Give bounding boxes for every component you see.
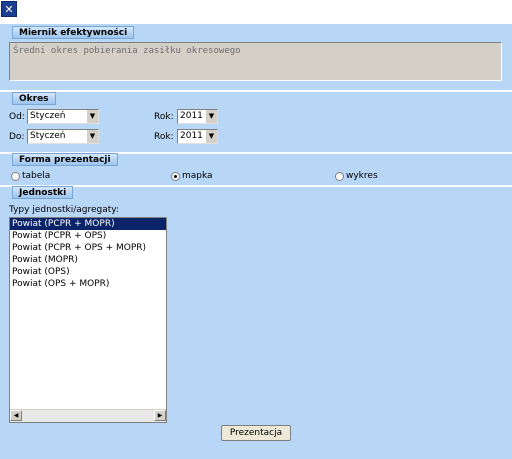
window-header: ✕ (0, 0, 512, 22)
rok-label-1: Rok: (154, 112, 174, 122)
rok-label-2: Rok: (154, 132, 174, 142)
okres-section: Okres (0, 92, 512, 152)
dropdown-arrow-icon[interactable]: ▼ (86, 130, 98, 143)
radio-wykres[interactable] (335, 172, 344, 181)
od-month-value: Styczeń (30, 111, 66, 121)
forma-section: Forma prezentacji (0, 153, 512, 185)
radio-mapka-label: mapka (182, 171, 213, 181)
list-item[interactable]: Powiat (MOPR) (10, 254, 166, 266)
list-item[interactable]: Powiat (PCPR + OPS) (10, 230, 166, 242)
miernik-textarea[interactable]: Średni okres pobierania zasiłku okresowe… (9, 42, 502, 81)
dropdown-arrow-icon[interactable]: ▼ (205, 130, 217, 143)
do-month-select[interactable]: Styczeń ▼ (27, 129, 99, 144)
radio-mapka[interactable] (171, 172, 180, 181)
list-item[interactable]: Powiat (PCPR + OPS + MOPR) (10, 242, 166, 254)
do-month-value: Styczeń (30, 131, 66, 141)
separator (0, 185, 512, 187)
radio-tabela-label: tabela (22, 171, 51, 181)
miernik-legend: Miernik efektywności (12, 26, 135, 39)
okres-legend: Okres (12, 92, 56, 105)
do-year-value: 2011 (180, 131, 203, 141)
dropdown-arrow-icon[interactable]: ▼ (205, 110, 217, 123)
dropdown-arrow-icon[interactable]: ▼ (86, 110, 98, 123)
horizontal-scrollbar[interactable]: ◀ ▶ (10, 409, 166, 422)
scroll-right-icon[interactable]: ▶ (154, 410, 166, 421)
separator (0, 22, 512, 24)
close-icon[interactable]: ✕ (1, 1, 17, 17)
forma-legend: Forma prezentacji (12, 153, 118, 166)
scroll-left-icon[interactable]: ◀ (10, 410, 22, 421)
separator (0, 90, 512, 92)
types-label: Typy jednostki/agregaty: (9, 205, 119, 215)
prezentacja-button[interactable]: Prezentacja (221, 425, 291, 441)
od-year-select[interactable]: 2011 ▼ (177, 109, 218, 124)
list-item[interactable]: Powiat (PCPR + MOPR) (10, 218, 166, 230)
radio-tabela[interactable] (11, 172, 20, 181)
jednostki-legend: Jednostki (12, 186, 74, 199)
do-label: Do: (9, 132, 25, 142)
do-year-select[interactable]: 2011 ▼ (177, 129, 218, 144)
list-item[interactable]: Powiat (OPS + MOPR) (10, 278, 166, 290)
radio-wykres-label: wykres (346, 171, 378, 181)
jednostki-listbox[interactable]: Powiat (PCPR + MOPR) Powiat (PCPR + OPS)… (9, 217, 167, 423)
od-month-select[interactable]: Styczeń ▼ (27, 109, 99, 124)
list-item[interactable]: Powiat (OPS) (10, 266, 166, 278)
od-year-value: 2011 (180, 111, 203, 121)
od-label: Od: (9, 112, 25, 122)
